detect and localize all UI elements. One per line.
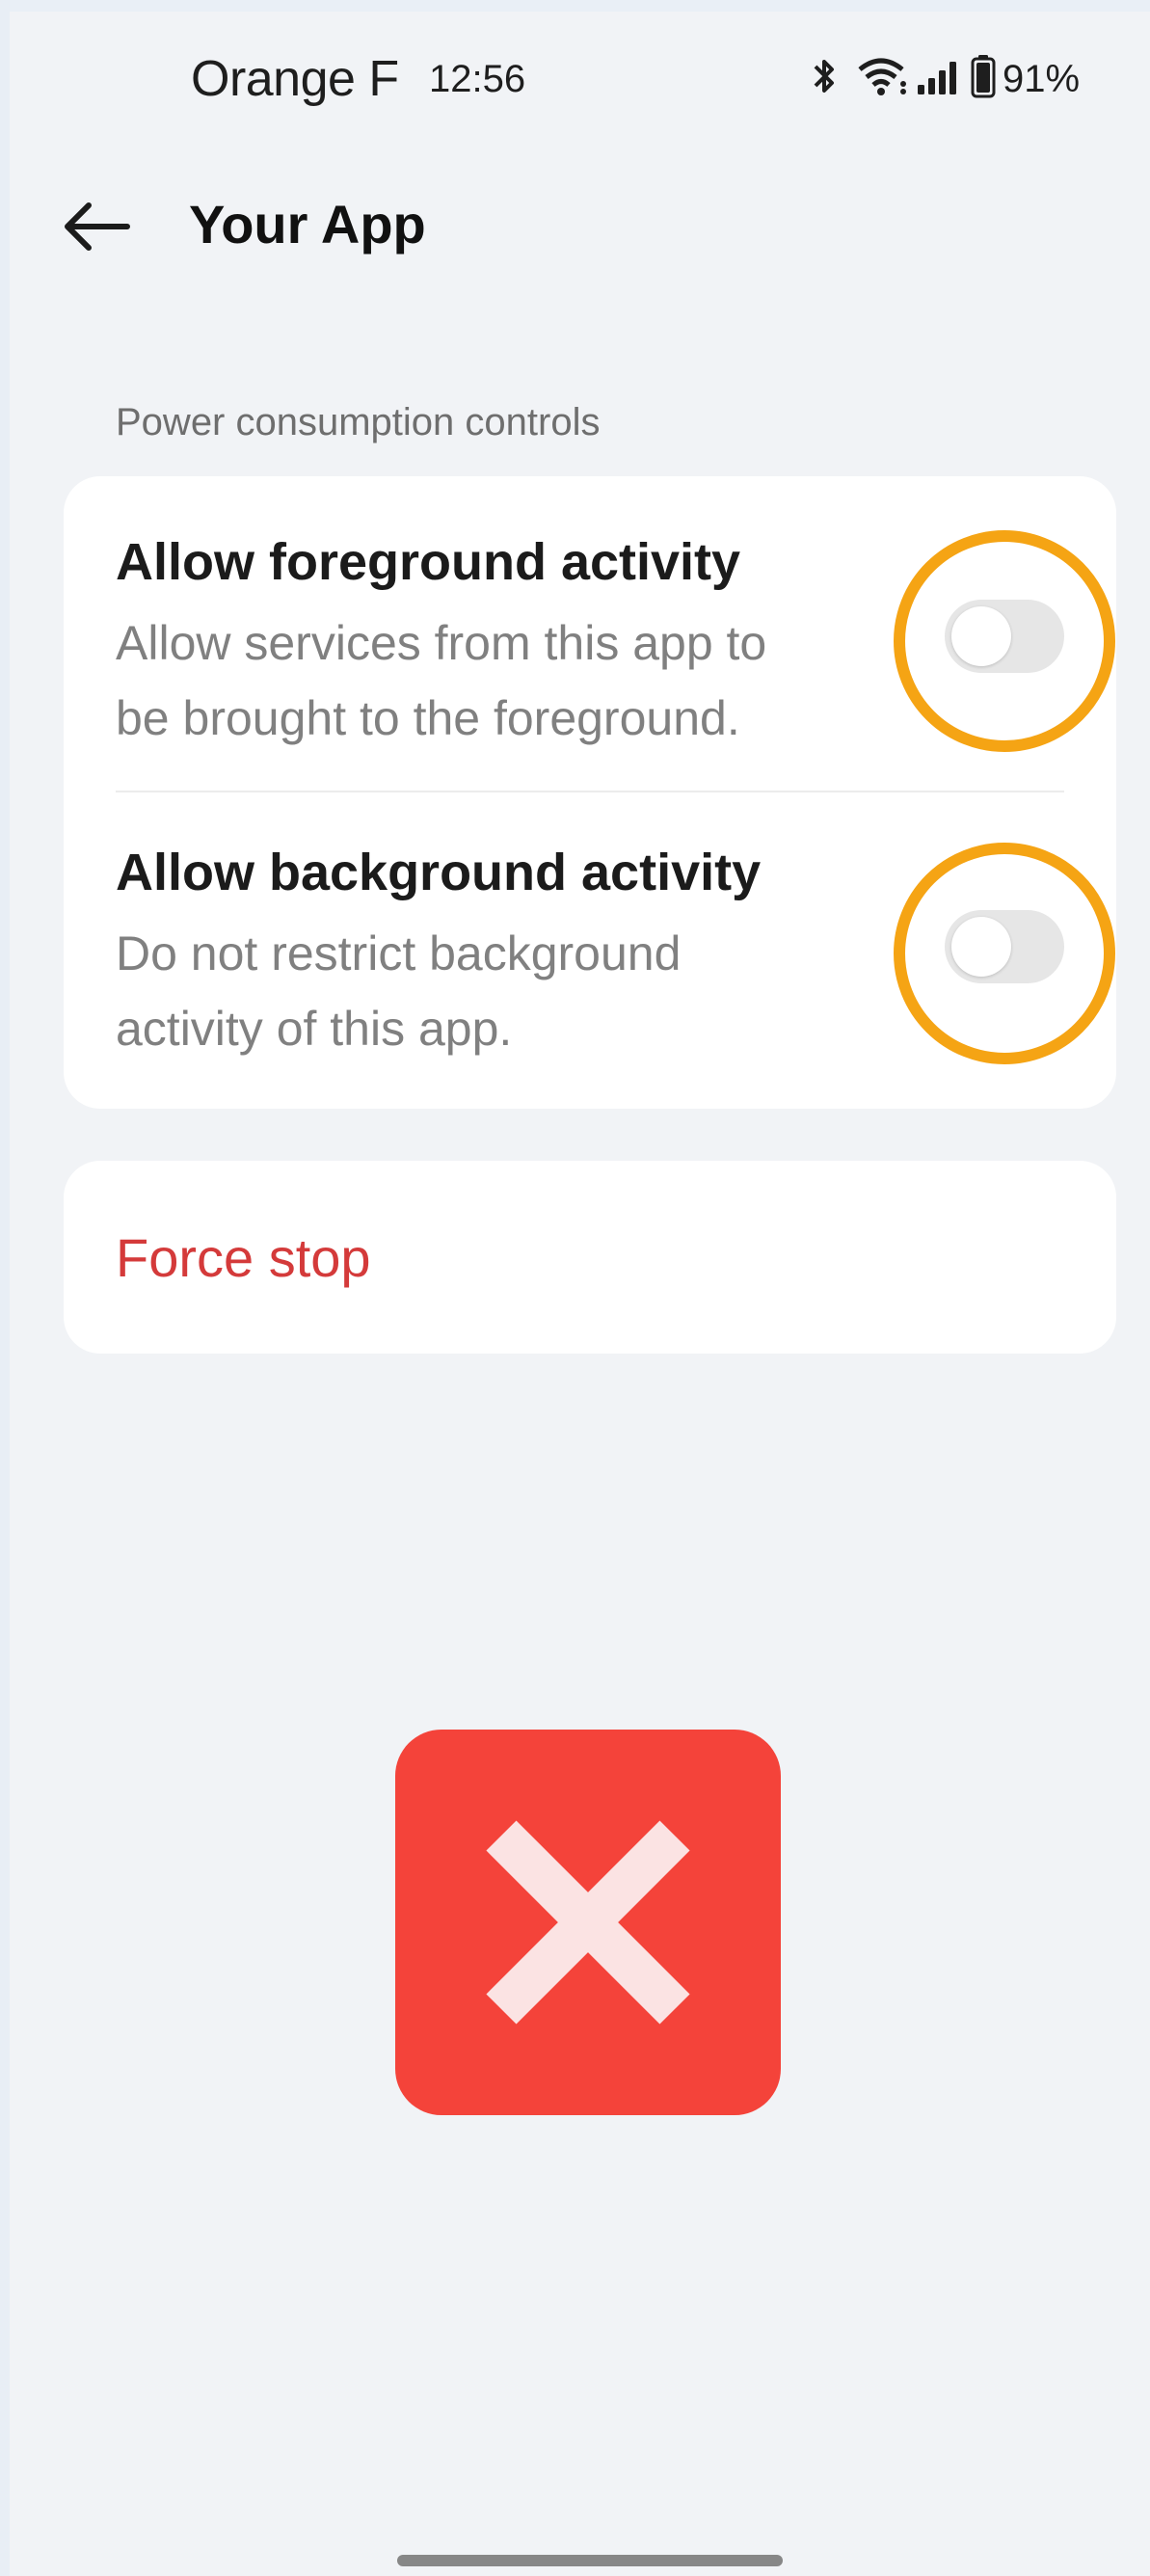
section-label: Power consumption controls: [116, 401, 601, 443]
force-stop-card[interactable]: Force stop: [64, 1161, 1116, 1354]
background-activity-title: Allow background activity: [116, 844, 762, 901]
power-controls-card: Allow foreground activity Allow services…: [64, 476, 1116, 1109]
foreground-activity-title: Allow foreground activity: [116, 533, 741, 591]
page-title: Your App: [189, 194, 426, 255]
x-mark-icon: [486, 1820, 690, 2025]
background-activity-description-line1: Do not restrict background: [116, 926, 682, 980]
arrow-left-icon: [65, 202, 130, 251]
force-stop-button[interactable]: Force stop: [116, 1226, 371, 1289]
signal-icon: [918, 62, 956, 94]
back-button[interactable]: [60, 193, 147, 260]
highlight-ring: [894, 843, 1115, 1064]
foreground-activity-description-line2: be brought to the foreground.: [116, 691, 740, 745]
status-time: 12:56: [429, 58, 526, 100]
highlight-ring: [894, 530, 1115, 752]
battery-icon: [971, 55, 996, 98]
home-indicator[interactable]: [397, 2555, 783, 2566]
row-divider: [116, 791, 1064, 792]
wifi-icon: [858, 58, 906, 95]
top-edge: [0, 0, 1150, 12]
status-bar: Orange F 12:56 91%: [0, 39, 1150, 116]
left-edge: [0, 0, 10, 2576]
bluetooth-icon: [814, 60, 834, 93]
carrier-name: Orange F: [191, 51, 399, 107]
close-x-icon: [395, 1730, 781, 2115]
battery-percentage: 91%: [1003, 58, 1081, 100]
foreground-activity-description-line1: Allow services from this app to: [116, 616, 767, 670]
background-activity-description-line2: activity of this app.: [116, 1002, 513, 1056]
foreground-activity-description: Allow services from this app to be broug…: [116, 605, 916, 756]
background-activity-description: Do not restrict background activity of t…: [116, 916, 916, 1066]
